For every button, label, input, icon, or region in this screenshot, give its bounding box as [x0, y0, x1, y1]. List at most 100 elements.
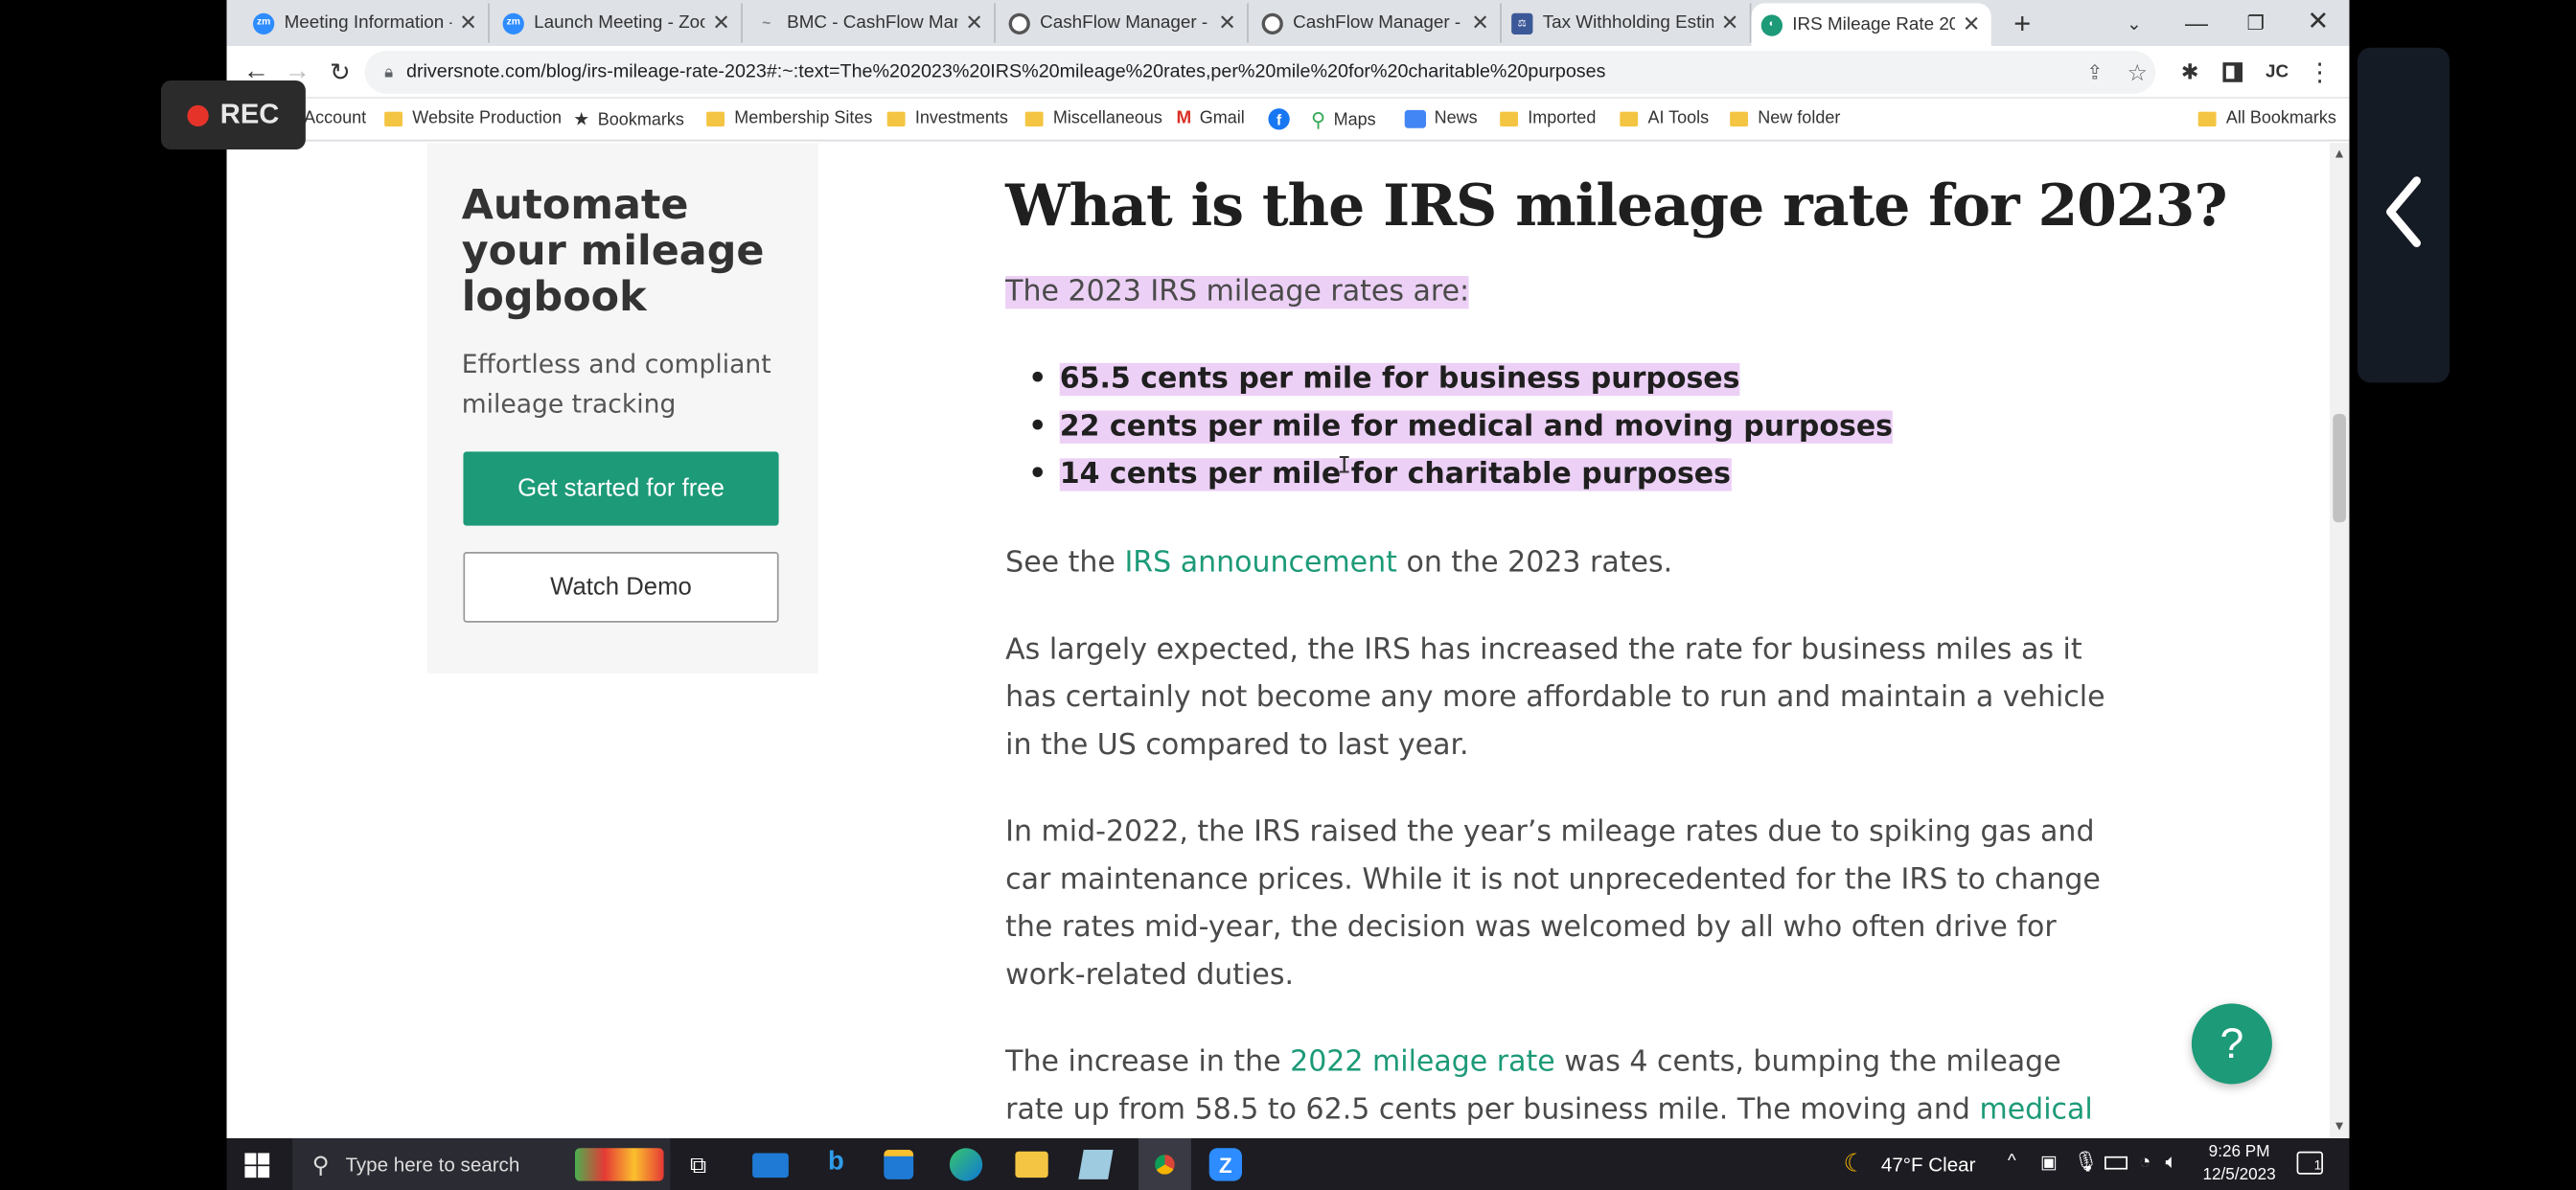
- bookmark-gmail[interactable]: M Gmail: [1176, 108, 1244, 128]
- article-heading: What is the IRS mileage rate for 2023?: [1005, 172, 2227, 240]
- bookmark-label: Website Production: [412, 108, 563, 128]
- tab-cashflow-manager-2[interactable]: CashFlow Manager - C ✕: [1252, 3, 1502, 43]
- side-panel-toggle[interactable]: [2358, 47, 2450, 383]
- chrome-taskbar-icon[interactable]: [1138, 1138, 1191, 1190]
- bookmark-label: Membership Sites: [734, 108, 873, 128]
- recording-badge: REC: [161, 80, 306, 150]
- extensions-icon[interactable]: ✱: [2175, 57, 2205, 87]
- get-started-button[interactable]: Get started for free: [463, 451, 779, 526]
- medical-link[interactable]: medical: [1979, 1094, 2092, 1127]
- close-window-button[interactable]: ✕: [2300, 5, 2336, 37]
- tab-title: Meeting Information -: [284, 12, 452, 34]
- bookmark-imported[interactable]: Imported: [1500, 108, 1596, 128]
- tab-meeting-information[interactable]: zm Meeting Information - ✕: [243, 3, 490, 43]
- profile-avatar[interactable]: JC: [2259, 57, 2295, 87]
- microphone-icon[interactable]: 🎙︎: [2073, 1150, 2098, 1173]
- close-icon[interactable]: ✕: [711, 10, 731, 35]
- rate-charitable: 14 cents per mile for charitable purpose…: [1059, 458, 1732, 492]
- star-icon[interactable]: ☆: [2123, 57, 2152, 87]
- task-view-icon[interactable]: ⧉: [690, 1152, 706, 1179]
- weather-moon-icon: ☾: [1843, 1150, 1866, 1179]
- bing-icon[interactable]: b: [828, 1148, 844, 1178]
- clock-time: 9:26 PM: [2208, 1143, 2270, 1162]
- bookmark-miscellaneous[interactable]: Miscellaneous: [1024, 108, 1162, 128]
- folder-icon: [1620, 110, 1639, 126]
- tab-cashflow-manager-1[interactable]: CashFlow Manager - C ✕: [999, 3, 1249, 43]
- bookmark-label: News: [1434, 108, 1478, 128]
- tray-chevron-icon[interactable]: ^: [2008, 1152, 2016, 1172]
- close-icon[interactable]: ✕: [964, 10, 984, 35]
- bookmark-account[interactable]: Account: [304, 108, 366, 128]
- bookmark-ai-tools[interactable]: AI Tools: [1620, 108, 1709, 128]
- rates-intro: The 2023 IRS mileage rates are:: [1005, 269, 1470, 317]
- tab-search-chevron-icon[interactable]: ⌄: [2116, 7, 2152, 39]
- tab-title: IRS Mileage Rate 2023: [1792, 14, 1955, 35]
- bookmark-news[interactable]: News: [1404, 108, 1478, 128]
- bookmark-bookmarks[interactable]: ★ Bookmarks: [573, 108, 684, 129]
- list-item: • 22 cents per mile for medical and movin…: [1028, 410, 1894, 444]
- notification-center-icon[interactable]: 1: [2296, 1151, 2324, 1175]
- bookmark-investments[interactable]: Investments: [886, 108, 1008, 128]
- promo-subtitle: Effortless and compliant mileage trackin…: [461, 350, 771, 420]
- maps-icon: ⚲: [1311, 108, 1326, 132]
- file-explorer-icon[interactable]: [1015, 1151, 1048, 1179]
- new-tab-button[interactable]: +: [2004, 6, 2040, 39]
- menu-kebab-icon[interactable]: ⋮: [2307, 57, 2333, 87]
- store-icon[interactable]: [884, 1150, 914, 1179]
- bookmark-maps[interactable]: ⚲ Maps: [1311, 108, 1376, 131]
- edge-icon[interactable]: [949, 1148, 983, 1181]
- text: See the: [1005, 546, 1125, 581]
- text: on the 2023 rates.: [1396, 546, 1673, 581]
- watch-demo-button[interactable]: Watch Demo: [463, 552, 779, 623]
- scroll-down-icon[interactable]: ▼: [2333, 1118, 2346, 1133]
- bookmark-website-production[interactable]: Website Production: [384, 108, 562, 128]
- help-button[interactable]: ?: [2191, 1003, 2272, 1085]
- notes-app-icon[interactable]: [1078, 1150, 1114, 1179]
- record-dot-icon: [187, 103, 209, 126]
- rate-medical: 22 cents per mile for medical and moving…: [1059, 410, 1894, 444]
- screen: REC zm Meeting Information - ✕ zm Launch…: [0, 0, 2576, 1190]
- notification-count: 1: [2313, 1157, 2322, 1174]
- address-bar[interactable]: 🔒︎ driversnote.com/blog/irs-mileage-rate…: [364, 51, 2156, 94]
- restore-button[interactable]: ❐: [2238, 7, 2274, 39]
- side-panel-icon[interactable]: [2218, 57, 2247, 87]
- minimize-button[interactable]: —: [2178, 7, 2215, 39]
- tab-tax-withholding[interactable]: ⚖ Tax Withholding Estim ✕: [1502, 3, 1752, 43]
- volume-icon[interactable]: 🔈︎: [2165, 1150, 2176, 1175]
- weather-text[interactable]: 47°F Clear: [1881, 1153, 1976, 1176]
- mileage-rate-2022-link[interactable]: 2022 mileage rate: [1290, 1046, 1555, 1079]
- battery-icon[interactable]: [2104, 1156, 2128, 1170]
- bookmark-label: AI Tools: [1647, 108, 1710, 128]
- taskbar-gift-icon[interactable]: [575, 1148, 664, 1181]
- paragraph-2: In mid-2022, the IRS raised the year’s m…: [1005, 816, 2101, 993]
- tab-title: Launch Meeting - Zoo: [534, 12, 705, 34]
- bookmark-label: Maps: [1333, 109, 1376, 130]
- close-icon[interactable]: ✕: [458, 10, 478, 35]
- gmail-icon: M: [1176, 108, 1192, 128]
- tab-irs-mileage-rate[interactable]: ◐ IRS Mileage Rate 2023 ✕: [1751, 3, 1991, 47]
- scroll-up-icon[interactable]: ▲: [2333, 147, 2346, 161]
- page-scrollbar[interactable]: ▲ ▼: [2329, 143, 2350, 1139]
- close-icon[interactable]: ✕: [1720, 10, 1740, 35]
- close-icon[interactable]: ✕: [1470, 10, 1490, 35]
- zoom-taskbar-icon[interactable]: Z: [1208, 1148, 1243, 1181]
- bookmark-new-folder[interactable]: New folder: [1730, 108, 1840, 128]
- paragraph-1: As largely expected, the IRS has increas…: [1005, 633, 2105, 763]
- all-bookmarks[interactable]: All Bookmarks: [2197, 108, 2336, 128]
- mail-icon[interactable]: [752, 1153, 789, 1179]
- scrollbar-thumb[interactable]: [2333, 414, 2347, 523]
- windows-taskbar: ⚲ Type here to search ⧉ b Z ☾ 47°F Clear…: [226, 1138, 2350, 1190]
- close-icon[interactable]: ✕: [1962, 11, 1982, 37]
- tab-bmc-cashflow[interactable]: ~ BMC - CashFlow Mana ✕: [746, 3, 996, 43]
- windows-start-icon[interactable]: [244, 1153, 270, 1179]
- reload-icon[interactable]: ↻: [324, 56, 356, 88]
- bookmark-membership-sites[interactable]: Membership Sites: [706, 108, 872, 128]
- close-icon[interactable]: ✕: [1217, 10, 1237, 35]
- clock[interactable]: 9:26 PM 12/5/2023: [2198, 1141, 2281, 1187]
- wifi-icon[interactable]: ◔: [2139, 1150, 2150, 1173]
- tab-launch-meeting[interactable]: zm Launch Meeting - Zoo ✕: [493, 3, 743, 43]
- bookmark-facebook[interactable]: f: [1268, 108, 1290, 130]
- share-icon[interactable]: ⇪: [2080, 57, 2109, 87]
- irs-announcement-link[interactable]: IRS announcement: [1124, 547, 1396, 580]
- meet-now-icon[interactable]: ▣: [2040, 1152, 2058, 1173]
